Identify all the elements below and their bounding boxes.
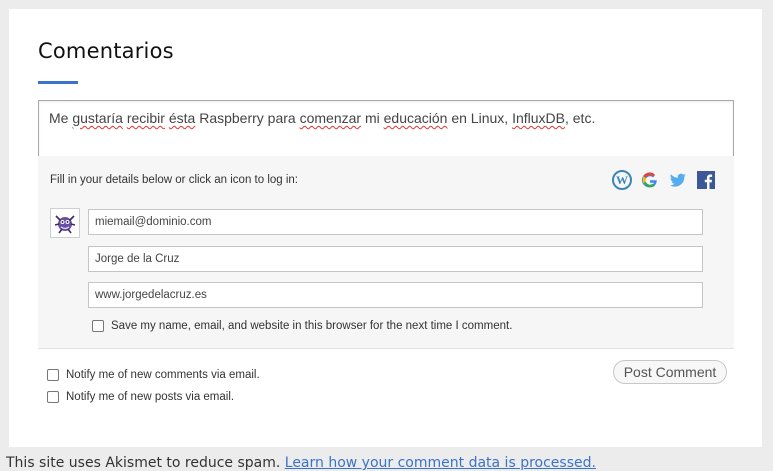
name-field[interactable] (88, 246, 703, 272)
save-info-label: Save my name, email, and website in this… (111, 320, 513, 332)
misspelled-word: ésta (168, 110, 196, 126)
section-title: Comentarios (38, 39, 174, 63)
akismet-notice: This site uses Akismet to reduce spam. L… (6, 455, 596, 471)
avatar (50, 208, 80, 238)
wordpress-icon[interactable]: W (612, 170, 632, 195)
notify-posts-row[interactable]: Notify me of new posts via email. (47, 391, 234, 403)
notify-comments-label: Notify me of new comments via email. (66, 369, 260, 381)
social-login-icons: W (612, 170, 716, 195)
misspelled-word: gustaría (72, 110, 123, 126)
comments-card: Comentarios Me gustaría recibir ésta Ras… (9, 9, 762, 447)
title-underline (38, 81, 78, 84)
comment-text-segment: Raspberry para (195, 110, 300, 126)
notify-comments-checkbox[interactable] (47, 369, 59, 381)
comment-text-segment: Me (49, 110, 73, 126)
name-input[interactable] (89, 247, 702, 271)
google-icon[interactable] (640, 170, 660, 195)
twitter-icon[interactable] (668, 170, 688, 195)
comment-text-segment: mi (361, 110, 384, 126)
email-field[interactable] (88, 209, 703, 235)
misspelled-word: InfluxDB (512, 110, 565, 126)
post-comment-button[interactable]: Post Comment (613, 360, 727, 384)
save-info-row[interactable]: Save my name, email, and website in this… (92, 320, 512, 332)
misspelled-word: recibir (126, 110, 165, 126)
akismet-text: This site uses Akismet to reduce spam. (6, 455, 285, 471)
svg-text:W: W (616, 173, 628, 187)
facebook-icon[interactable] (696, 170, 716, 195)
comment-text-segment: , etc. (564, 110, 596, 126)
misspelled-word: educación (383, 110, 448, 126)
website-field[interactable] (88, 282, 703, 308)
identity-panel: Fill in your details below or click an i… (38, 156, 734, 349)
notify-posts-checkbox[interactable] (47, 391, 59, 403)
notify-comments-row[interactable]: Notify me of new comments via email. (47, 369, 260, 381)
email-input[interactable] (89, 210, 702, 234)
comment-textarea[interactable]: Me gustaría recibir ésta Raspberry para … (38, 100, 734, 157)
comment-text-segment: en Linux, (447, 110, 513, 126)
save-info-checkbox[interactable] (92, 320, 104, 332)
misspelled-word: comenzar (299, 110, 362, 126)
website-input[interactable] (89, 283, 702, 307)
login-hint: Fill in your details below or click an i… (50, 174, 299, 186)
notify-posts-label: Notify me of new posts via email. (66, 391, 235, 403)
akismet-link[interactable]: Learn how your comment data is processed… (285, 455, 596, 471)
comment-text: Me gustaría recibir ésta Raspberry para … (49, 110, 595, 126)
